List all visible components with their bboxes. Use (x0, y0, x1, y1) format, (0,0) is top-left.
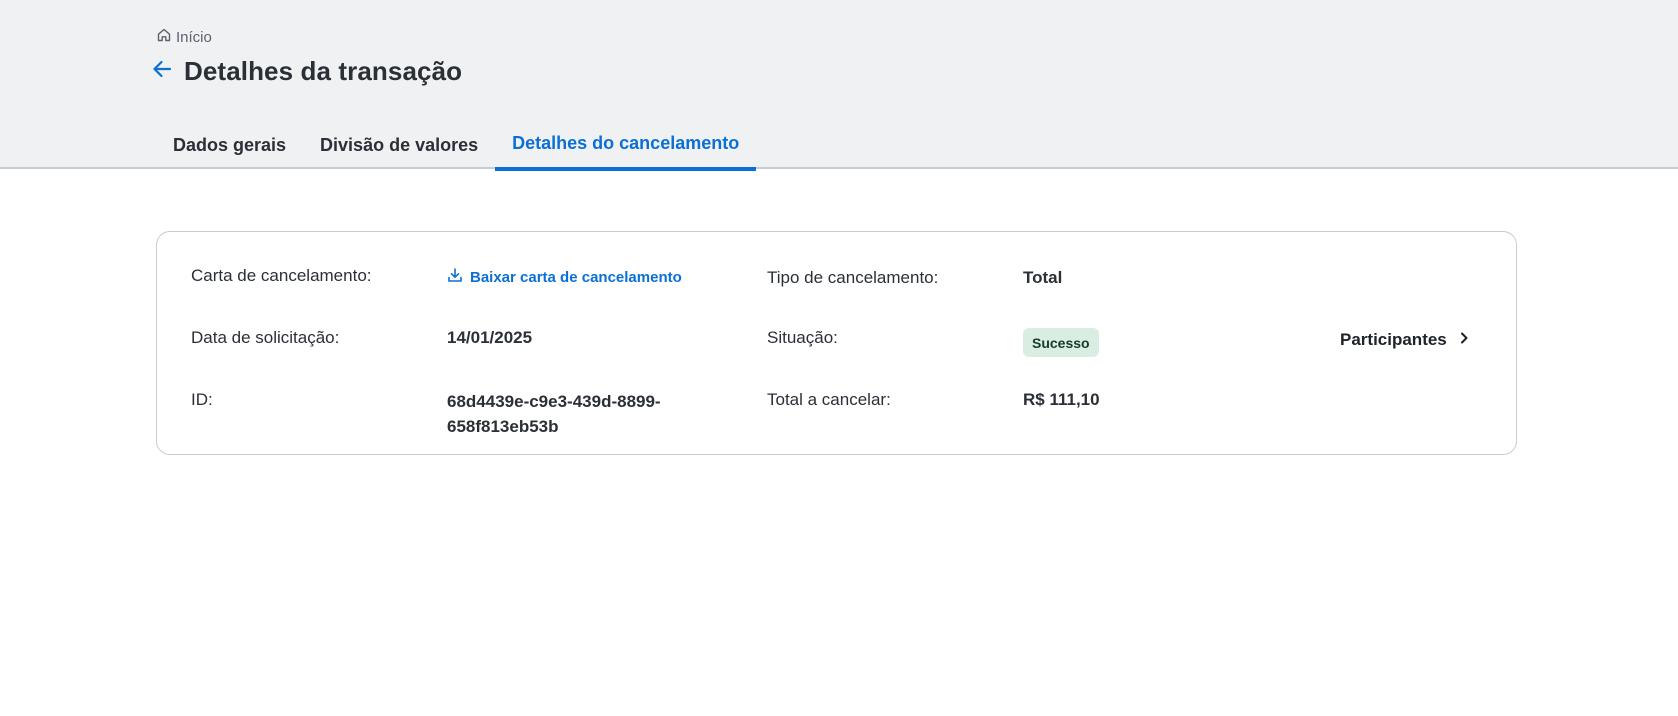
tab-dados-gerais[interactable]: Dados gerais (156, 124, 303, 169)
status-label: Situação: (767, 328, 838, 347)
total-label: Total a cancelar: (767, 390, 891, 409)
download-icon (447, 267, 463, 287)
total-value: R$ 111,10 (1023, 390, 1100, 409)
status-badge: Sucesso (1023, 328, 1099, 357)
chevron-right-icon (1457, 330, 1471, 350)
id-value: 68d4439e-c9e3-439d-8899-658f813eb53b (447, 392, 661, 436)
breadcrumb[interactable]: Início (156, 27, 212, 47)
download-letter-link[interactable]: Baixar carta de cancelamento (447, 267, 682, 287)
type-value: Total (1023, 268, 1063, 287)
home-icon (156, 27, 172, 47)
page-header: Início Detalhes da transação Dados gerai… (0, 0, 1678, 171)
tab-detalhes-do-cancelamento[interactable]: Detalhes do cancelamento (495, 124, 757, 171)
download-letter-label[interactable]: Baixar carta de cancelamento (470, 269, 682, 286)
page-title: Detalhes da transação (184, 56, 463, 86)
participants-button[interactable]: Participantes (1340, 330, 1471, 350)
cancellation-details-card: Carta de cancelamento: Baixar carta de c… (156, 231, 1517, 455)
type-label: Tipo de cancelamento: (767, 268, 939, 287)
back-button[interactable] (150, 60, 174, 84)
id-label: ID: (191, 390, 213, 409)
title-row: Detalhes da transação (150, 56, 462, 87)
tab-divisao-de-valores[interactable]: Divisão de valores (303, 124, 495, 169)
arrow-left-icon (151, 58, 173, 85)
request-date-value: 14/01/2025 (447, 328, 533, 347)
letter-label: Carta de cancelamento: (191, 266, 372, 285)
tab-bar: Dados gerais Divisão de valores Detalhes… (156, 124, 757, 171)
request-date-label: Data de solicitação: (191, 328, 340, 347)
breadcrumb-home-link[interactable]: Início (176, 29, 212, 46)
participants-label[interactable]: Participantes (1340, 330, 1447, 350)
